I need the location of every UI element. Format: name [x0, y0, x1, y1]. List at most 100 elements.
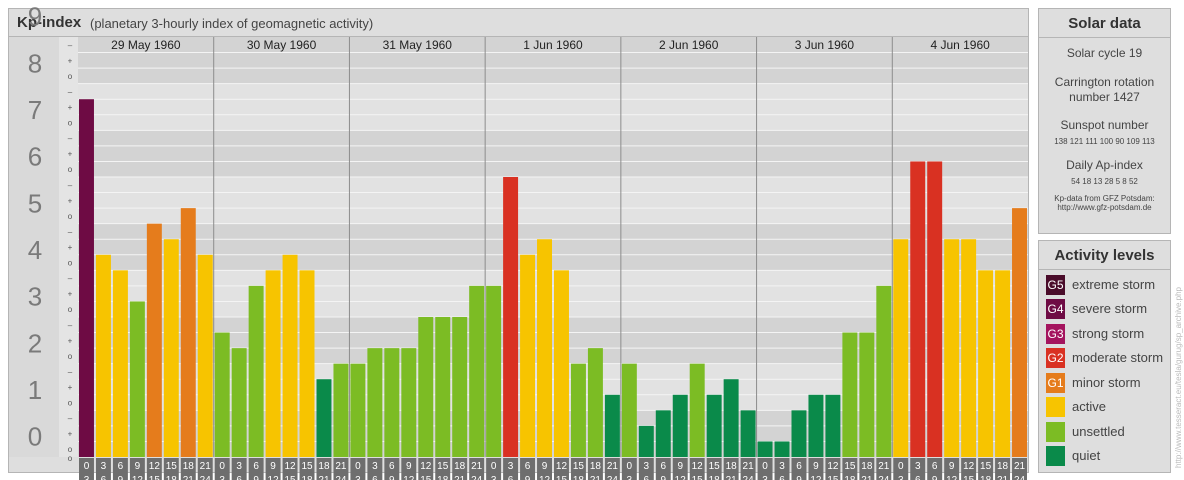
kp-bar	[350, 363, 366, 457]
hour-end-label: 21	[183, 475, 195, 480]
minor-tick-marker: –	[68, 181, 73, 190]
hour-end-label: 9	[796, 475, 802, 480]
solar-cycle: Solar cycle 19	[1066, 46, 1143, 60]
hour-start-label: 6	[525, 461, 531, 472]
hour-start-label: 9	[813, 461, 819, 472]
hour-end-label: 18	[437, 475, 449, 480]
hour-start-label: 15	[980, 461, 992, 472]
y-tick-label: 5	[28, 188, 42, 218]
hour-start-label: 0	[898, 461, 904, 472]
kp-bar	[927, 161, 943, 457]
kp-bar	[231, 348, 247, 457]
minor-tick-marker: –	[68, 414, 73, 423]
hour-end-label: 12	[946, 475, 958, 480]
minor-tick-marker: o	[68, 259, 73, 268]
hour-start-label: 6	[253, 461, 259, 472]
kp-bar	[503, 177, 519, 457]
minor-tick-marker: o	[68, 454, 73, 463]
kp-bar	[129, 301, 145, 457]
hour-end-label: 21	[861, 475, 873, 480]
minor-tick-marker: o	[68, 445, 73, 454]
level-swatch: G5	[1046, 275, 1065, 295]
kp-level-band	[9, 363, 1028, 411]
hour-start-label: 21	[607, 461, 619, 472]
day-label: 29 May 1960	[111, 38, 181, 52]
hour-end-label: 15	[556, 475, 568, 480]
hour-start-label: 6	[660, 461, 666, 472]
hour-start-label: 18	[726, 461, 738, 472]
day-label: 2 Jun 1960	[659, 38, 719, 52]
level-label: severe storm	[1072, 301, 1148, 316]
hour-end-label: 18	[301, 475, 313, 480]
kp-bar	[265, 270, 281, 457]
activity-levels-box: Activity levels G5 extreme storm G4 seve…	[1038, 240, 1171, 473]
y-tick-label: 7	[28, 95, 42, 125]
hour-end-label: 12	[403, 475, 415, 480]
hour-end-label: 24	[607, 475, 619, 480]
hour-end-label: 12	[268, 475, 280, 480]
hour-start-label: 3	[236, 461, 242, 472]
kp-level-band	[9, 410, 1028, 457]
kp-bar	[384, 348, 400, 457]
hour-end-label: 24	[878, 475, 890, 480]
hour-end-label: 6	[508, 475, 514, 480]
hour-end-label: 3	[355, 475, 361, 480]
hour-end-label: 18	[844, 475, 856, 480]
hour-start-label: 12	[556, 461, 568, 472]
hour-end-label: 9	[660, 475, 666, 480]
hour-end-label: 24	[1014, 475, 1026, 480]
hour-start-label: 6	[118, 461, 124, 472]
hour-start-label: 12	[692, 461, 704, 472]
level-label: unsettled	[1072, 424, 1125, 439]
hour-start-label: 15	[844, 461, 856, 472]
hour-end-label: 18	[573, 475, 585, 480]
y-tick-label: 8	[28, 48, 42, 78]
hour-end-label: 6	[779, 475, 785, 480]
kp-bar	[214, 332, 230, 457]
minor-tick-marker: +	[68, 430, 73, 439]
minor-tick-marker: –	[68, 87, 73, 96]
kp-bar	[469, 285, 485, 457]
hour-end-label: 21	[318, 475, 330, 480]
kp-level-band	[9, 270, 1028, 317]
minor-tick-marker: o	[68, 72, 73, 81]
hour-end-label: 6	[915, 475, 921, 480]
hour-start-label: 0	[627, 461, 633, 472]
kp-bar	[995, 270, 1011, 457]
hour-end-label: 9	[525, 475, 531, 480]
day-label: 30 May 1960	[247, 38, 317, 52]
hour-end-label: 15	[963, 475, 975, 480]
minor-tick-marker: +	[68, 56, 73, 65]
kp-bar	[112, 270, 128, 457]
hour-start-label: 9	[270, 461, 276, 472]
y-tick-label: 1	[28, 375, 42, 405]
hour-start-label: 18	[318, 461, 330, 472]
kp-level-band	[9, 223, 1028, 271]
hour-end-label: 15	[420, 475, 432, 480]
kp-bar	[520, 254, 536, 457]
y-tick-label: 2	[28, 328, 42, 358]
y-tick-label: 9	[28, 2, 42, 32]
hour-start-label: 21	[471, 461, 483, 472]
kp-bar	[604, 394, 620, 457]
data-source-line: Kp-data from GFZ Potsdam:	[1054, 194, 1155, 203]
hour-start-label: 15	[437, 461, 449, 472]
hour-end-label: 9	[118, 475, 124, 480]
day-label: 31 May 1960	[383, 38, 453, 52]
minor-tick-marker: o	[68, 399, 73, 408]
minor-tick-marker: o	[68, 305, 73, 314]
level-swatch	[1046, 422, 1065, 442]
level-label: extreme storm	[1072, 277, 1156, 292]
level-label: quiet	[1072, 448, 1101, 463]
ap-index-label: Daily Ap-index	[1066, 158, 1143, 172]
hour-start-label: 6	[796, 461, 802, 472]
hour-start-label: 9	[677, 461, 683, 472]
hour-start-label: 18	[454, 461, 466, 472]
day-label: 4 Jun 1960	[930, 38, 990, 52]
solar-data-box: Solar data Solar cycle 19 Carrington rot…	[1038, 8, 1171, 234]
hour-end-label: 24	[743, 475, 755, 480]
hour-end-label: 15	[149, 475, 161, 480]
kp-bar	[146, 223, 162, 457]
kp-bar	[587, 348, 603, 457]
hour-start-label: 3	[101, 461, 107, 472]
